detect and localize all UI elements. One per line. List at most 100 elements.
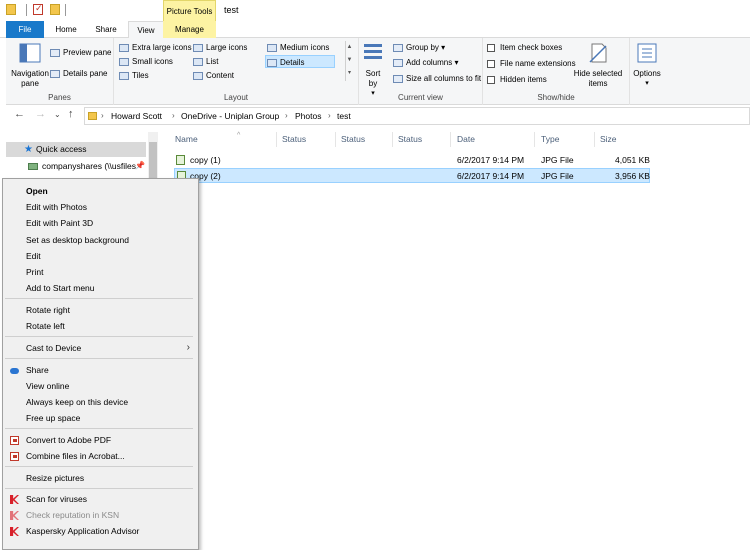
column-header-status-2[interactable]: Status <box>341 134 365 144</box>
menu-item-rotate-left[interactable]: Rotate left <box>3 318 198 334</box>
forward-arrow-icon[interactable]: → <box>35 108 46 120</box>
quick-access-label: Quick access <box>36 144 87 154</box>
options-icon <box>637 43 657 63</box>
column-header-name[interactable]: Name ^ <box>175 132 240 144</box>
menu-item-cast-to-device[interactable]: Cast to Device › <box>3 340 198 356</box>
menu-item-edit-with-paint3d[interactable]: Edit with Paint 3D <box>3 215 198 231</box>
file-name-extensions-toggle[interactable]: File name extensions <box>487 58 576 70</box>
tab-home[interactable]: Home <box>46 21 86 38</box>
current-view-group-label: Current view <box>398 93 443 102</box>
layout-small-icons[interactable]: Small icons <box>118 55 173 68</box>
layout-extra-large-icons[interactable]: Extra large icons <box>118 41 192 54</box>
breadcrumb-separator[interactable]: › <box>285 111 288 120</box>
recent-locations-chevron-icon[interactable]: ⌄ <box>54 110 61 119</box>
layout-medium-icons[interactable]: Medium icons <box>266 41 329 54</box>
menu-item-edit-with-photos[interactable]: Edit with Photos <box>3 199 198 215</box>
tab-view[interactable]: View <box>128 21 164 39</box>
tab-manage[interactable]: Manage <box>163 21 216 38</box>
breadcrumb-onedrive[interactable]: OneDrive - Uniplan Group <box>181 111 279 121</box>
onedrive-cloud-icon <box>10 368 19 374</box>
column-separator[interactable] <box>276 132 277 147</box>
navigation-pane-button[interactable]: Navigation pane <box>8 42 52 89</box>
column-separator[interactable] <box>392 132 393 147</box>
file-row[interactable]: copy (1) 6/2/2017 9:14 PM JPG File 4,051… <box>174 153 650 168</box>
nav-quick-access[interactable]: ★ Quick access <box>6 142 146 157</box>
tiles-icon <box>119 72 129 80</box>
file-row-selected[interactable]: copy (2) 6/2/2017 9:14 PM JPG File 3,956… <box>174 168 650 183</box>
folder-icon <box>88 112 97 120</box>
menu-item-print[interactable]: Print <box>3 264 198 280</box>
ribbon: Navigation pane Preview pane Details pan… <box>6 38 750 105</box>
column-header-date[interactable]: Date <box>457 134 475 144</box>
file-type: JPG File <box>541 171 574 181</box>
nav-companyshares[interactable]: companyshares (\\usfiles <box>28 161 136 171</box>
menu-item-edit[interactable]: Edit <box>3 248 198 264</box>
sort-by-button[interactable]: Sort by ▾ <box>361 42 385 99</box>
up-arrow-icon[interactable]: ↑ <box>68 108 74 120</box>
layout-item-label: Extra large icons <box>132 43 192 52</box>
checkbox[interactable] <box>487 44 495 52</box>
breadcrumb-photos[interactable]: Photos <box>295 111 321 121</box>
menu-item-free-up-space[interactable]: Free up space <box>3 410 198 426</box>
menu-item-open[interactable]: Open <box>3 183 198 199</box>
file-name: copy (1) <box>190 155 221 165</box>
menu-item-set-desktop-background[interactable]: Set as desktop background <box>3 232 198 248</box>
breadcrumb-separator[interactable]: › <box>172 111 175 120</box>
add-columns-button[interactable]: Add columns ▾ <box>393 57 459 69</box>
menu-item-always-keep[interactable]: Always keep on this device <box>3 394 198 410</box>
new-folder-icon[interactable] <box>50 4 60 15</box>
breadcrumb-test[interactable]: test <box>337 111 351 121</box>
preview-pane-button[interactable]: Preview pane <box>50 47 111 59</box>
hide-selected-label: Hide selected items <box>573 69 623 88</box>
back-arrow-icon[interactable]: ← <box>14 108 25 120</box>
checkbox[interactable] <box>487 60 495 68</box>
options-button[interactable]: Options ▾ <box>632 42 662 89</box>
hidden-items-toggle[interactable]: Hidden items <box>487 74 547 86</box>
menu-item-add-to-start[interactable]: Add to Start menu <box>3 280 198 296</box>
menu-item-kaspersky-advisor[interactable]: Kaspersky Application Advisor <box>3 523 198 539</box>
details-pane-label: Details pane <box>63 69 108 78</box>
group-by-label: Group by <box>406 43 439 52</box>
column-separator[interactable] <box>450 132 451 147</box>
tab-file[interactable]: File <box>6 21 44 38</box>
breadcrumb-separator[interactable]: › <box>328 111 331 120</box>
column-separator[interactable] <box>335 132 336 147</box>
column-header-size[interactable]: Size <box>600 134 617 144</box>
layout-list[interactable]: List <box>192 55 218 68</box>
layout-item-label: Medium icons <box>280 43 330 52</box>
column-header-type[interactable]: Type <box>541 134 559 144</box>
layout-scroll[interactable]: ▲ ▼ ▾ <box>345 41 353 81</box>
layout-content[interactable]: Content <box>192 69 234 82</box>
breadcrumb-howard-scott[interactable]: Howard Scott <box>111 111 162 121</box>
layout-details[interactable]: Details <box>265 55 335 68</box>
menu-item-view-online[interactable]: View online <box>3 378 198 394</box>
layout-large-icons[interactable]: Large icons <box>192 41 247 54</box>
column-header-status-3[interactable]: Status <box>398 134 422 144</box>
layout-tiles[interactable]: Tiles <box>118 69 149 82</box>
item-check-boxes-toggle[interactable]: Item check boxes <box>487 42 562 54</box>
scrollbar-thumb[interactable] <box>149 142 157 182</box>
properties-check-icon[interactable] <box>33 3 43 15</box>
hide-selected-items-button[interactable]: Hide selected items <box>573 42 623 89</box>
address-bar[interactable]: › Howard Scott › OneDrive - Uniplan Grou… <box>84 107 750 125</box>
checkbox[interactable] <box>487 76 495 84</box>
column-header-status[interactable]: Status <box>282 134 306 144</box>
sort-by-label: Sort by <box>365 69 381 88</box>
tab-share[interactable]: Share <box>86 21 126 38</box>
pin-icon[interactable]: 📌 <box>135 161 145 170</box>
list-icon <box>193 58 203 66</box>
details-pane-button[interactable]: Details pane <box>50 68 107 80</box>
menu-item-scan-viruses[interactable]: Scan for viruses <box>3 491 198 507</box>
size-all-columns-button[interactable]: Size all columns to fit <box>393 73 481 85</box>
column-separator[interactable] <box>594 132 595 147</box>
group-by-button[interactable]: Group by ▾ <box>393 42 445 54</box>
menu-item-combine-acrobat[interactable]: Combine files in Acrobat... <box>3 448 198 464</box>
menu-item-share[interactable]: Share <box>3 362 198 378</box>
file-size: 4,051 KB <box>615 155 650 165</box>
kaspersky-icon <box>10 527 19 536</box>
menu-item-convert-to-pdf[interactable]: Convert to Adobe PDF <box>3 432 198 448</box>
menu-item-resize-pictures[interactable]: Resize pictures <box>3 470 198 486</box>
column-separator[interactable] <box>534 132 535 147</box>
item-check-boxes-label: Item check boxes <box>500 43 563 52</box>
menu-item-rotate-right[interactable]: Rotate right <box>3 302 198 318</box>
